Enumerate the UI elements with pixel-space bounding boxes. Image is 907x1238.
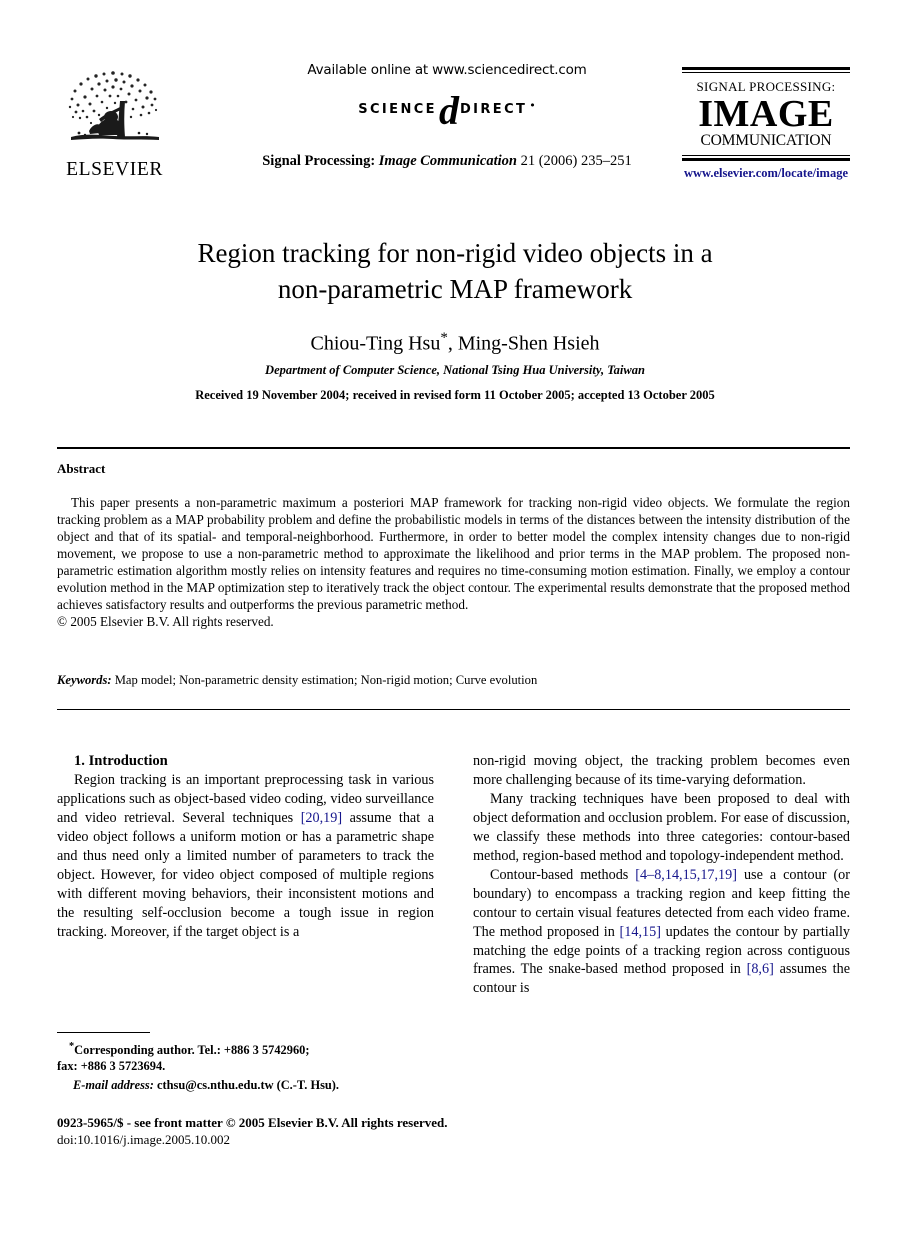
- email-label: E-mail address:: [73, 1078, 154, 1093]
- journal-logo-line3: COMMUNICATION: [700, 132, 832, 150]
- intro-paragraph-2: Many tracking techniques have been propo…: [473, 790, 850, 864]
- doi-line[interactable]: doi:10.1016/j.image.2005.10.002: [57, 1131, 487, 1148]
- submission-dates: Received 19 November 2004; received in r…: [195, 388, 715, 402]
- author-list: Chiou-Ting Hsu*, Ming-Shen Hsieh: [130, 330, 780, 356]
- contour-text-a: Contour-based methods: [490, 866, 636, 883]
- citation-link-4-8-14-15-17-19[interactable]: [4–8,14,15,17,19]: [635, 867, 737, 883]
- sciencedirect-logo: SCIENCE d DIRECT •: [187, 88, 707, 133]
- intro-text-b: assume that a video object follows a uni…: [57, 810, 434, 941]
- author-secondary: , Ming-Shen Hsieh: [447, 332, 600, 355]
- sciencedirect-direct-text: DIRECT: [459, 101, 528, 117]
- affiliation: Department of Computer Science, National…: [265, 363, 645, 377]
- issn-copyright-line: 0923-5965/$ - see front matter © 2005 El…: [57, 1115, 448, 1130]
- journal-logo-line2: IMAGE: [698, 93, 834, 135]
- corresponding-author-text: Corresponding author. Tel.: +886 3 57429…: [74, 1043, 310, 1058]
- title-line-1: Region tracking for non-rigid video obje…: [197, 238, 713, 268]
- elsevier-logo: ELSEVIER: [57, 67, 172, 180]
- masthead: ELSEVIER Available online at www.science…: [57, 62, 850, 202]
- section-heading-introduction: 1. Introduction: [74, 753, 168, 769]
- journal-reference: Signal Processing: Image Communication 2…: [187, 153, 707, 170]
- column-right: non-rigid moving object, the tracking pr…: [473, 752, 850, 998]
- journal-logo: SIGNAL PROCESSING: IMAGE COMMUNICATION w…: [682, 67, 850, 181]
- page-title: Region tracking for non-rigid video obje…: [130, 236, 780, 308]
- citation-link-20-19[interactable]: [20,19]: [301, 810, 342, 826]
- journal-url-link[interactable]: www.elsevier.com/locate/image: [682, 166, 850, 181]
- journal-name: Signal Processing:: [262, 153, 376, 169]
- registered-mark-icon: •: [529, 98, 536, 112]
- title-line-2: non-parametric MAP framework: [277, 273, 633, 304]
- intro-paragraph-1-cont: non-rigid moving object, the tracking pr…: [473, 753, 850, 788]
- abstract-text: This paper presents a non-parametric max…: [57, 495, 850, 612]
- corresponding-author-marker: *: [440, 330, 448, 346]
- masthead-center: Available online at www.sciencedirect.co…: [187, 62, 707, 170]
- abstract-copyright: © 2005 Elsevier B.V. All rights reserved…: [57, 613, 274, 629]
- intro-paragraph-3: Contour-based methods [4–8,14,15,17,19] …: [473, 866, 850, 999]
- footnote-block: *Corresponding author. Tel.: +886 3 5742…: [57, 1040, 434, 1094]
- keywords-value: Map model; Non-parametric density estima…: [111, 673, 538, 687]
- journal-logo-box: SIGNAL PROCESSING: IMAGE COMMUNICATION: [682, 67, 850, 162]
- imprint-block: 0923-5965/$ - see front matter © 2005 El…: [57, 1114, 487, 1149]
- abstract-heading: Abstract: [57, 461, 106, 476]
- intro-paragraph-1: Region tracking is an important preproce…: [57, 771, 434, 942]
- citation-link-14-15[interactable]: [14,15]: [620, 924, 661, 940]
- divider-below-keywords: [57, 709, 850, 710]
- sciencedirect-science-text: SCIENCE: [358, 101, 437, 117]
- citation-link-8-6[interactable]: [8,6]: [747, 961, 774, 977]
- journal-volume-pages: 21 (2006) 235–251: [516, 153, 632, 169]
- abstract-body: This paper presents a non-parametric max…: [57, 495, 850, 631]
- available-online-text: Available online at www.sciencedirect.co…: [307, 62, 587, 78]
- footnote-divider: [57, 1032, 150, 1033]
- paper-page: ELSEVIER Available online at www.science…: [0, 0, 907, 1238]
- column-left: 1. Introduction Region tracking is an im…: [57, 752, 434, 942]
- email-note: E-mail address: cthsu@cs.nthu.edu.tw (C.…: [57, 1077, 434, 1093]
- corresponding-author-note: *Corresponding author. Tel.: +886 3 5742…: [57, 1040, 434, 1058]
- elsevier-wordmark: ELSEVIER: [66, 159, 163, 180]
- author-primary: Chiou-Ting Hsu: [310, 332, 441, 355]
- divider-above-abstract: [57, 447, 850, 449]
- sciencedirect-d-icon: d: [438, 88, 459, 133]
- elsevier-tree-icon: [68, 71, 159, 140]
- keywords-label: Keywords:: [57, 673, 112, 687]
- keywords: Keywords: Map model; Non-parametric dens…: [57, 673, 850, 688]
- abstract-paragraph: This paper presents a non-parametric max…: [57, 495, 850, 631]
- email-value[interactable]: cthsu@cs.nthu.edu.tw (C.-T. Hsu).: [154, 1078, 339, 1092]
- journal-name-italic: Image Communication: [378, 153, 517, 169]
- fax-note: fax: +886 3 5723694.: [57, 1059, 166, 1074]
